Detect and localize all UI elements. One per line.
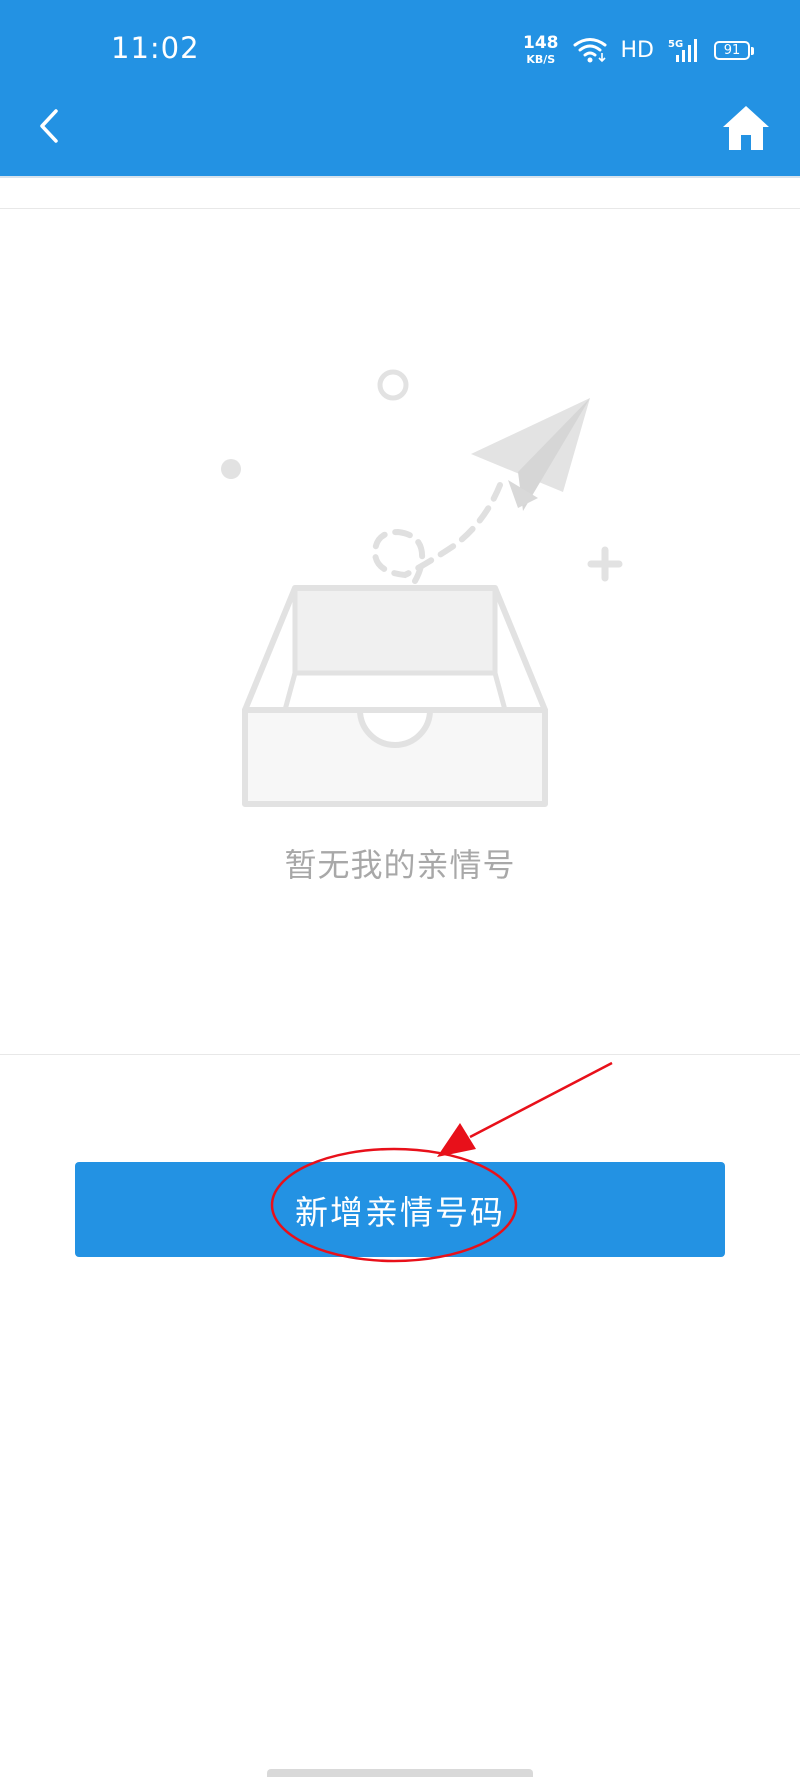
status-icons: 148 KB/S HD 5G 91 <box>523 30 754 70</box>
home-indicator <box>267 1769 533 1777</box>
network-speed-value: 148 <box>523 33 559 53</box>
empty-box-illustration <box>221 369 623 807</box>
top-divider <box>0 208 800 209</box>
signal-5g-icon: 5G <box>668 39 697 62</box>
chevron-left-icon <box>40 109 58 143</box>
add-family-number-button[interactable]: 新增亲情号码 <box>75 1162 725 1257</box>
home-icon <box>723 106 769 150</box>
network-speed: 148 KB/S <box>523 33 559 66</box>
network-type: 5G <box>668 39 683 50</box>
home-button[interactable] <box>720 102 772 154</box>
app-header: 11:02 148 KB/S HD 5G 91 <box>0 0 800 178</box>
status-time: 11:02 <box>111 31 200 65</box>
network-speed-unit: KB/S <box>526 53 556 66</box>
wifi-icon <box>573 38 607 63</box>
empty-state-message: 暂无我的亲情号 <box>284 846 516 884</box>
battery-level: 91 <box>723 42 741 58</box>
back-button[interactable] <box>28 98 72 154</box>
bottom-divider <box>0 1054 800 1055</box>
battery-icon: 91 <box>714 40 754 60</box>
hd-label: HD <box>620 37 654 63</box>
red-annotation-overlay <box>270 1061 613 1263</box>
